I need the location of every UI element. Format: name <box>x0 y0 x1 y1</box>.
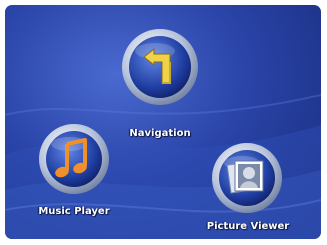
main-menu-screen: Navigation Music Player Picture Viewer <box>5 5 321 239</box>
picture-icon <box>226 160 264 194</box>
navigation-arrow-icon <box>143 47 171 84</box>
music-player-button[interactable] <box>37 122 111 196</box>
music-note-icon <box>55 138 87 178</box>
picture-viewer-label: Picture Viewer <box>206 221 290 232</box>
picture-viewer-button[interactable] <box>210 141 284 215</box>
navigation-button[interactable] <box>120 27 200 107</box>
music-player-label: Music Player <box>38 206 110 217</box>
navigation-label: Navigation <box>129 128 191 139</box>
